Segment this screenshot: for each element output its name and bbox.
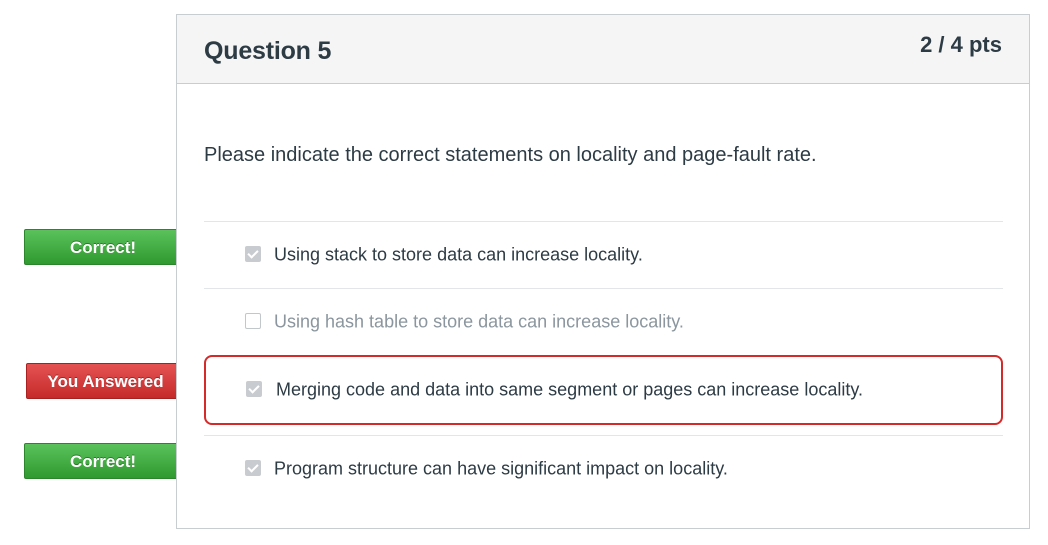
question-card: Question 5 2 / 4 pts Please indicate the… bbox=[176, 14, 1030, 529]
answer-divider bbox=[204, 288, 1003, 289]
correct-flag-answer-1: Correct! bbox=[24, 229, 196, 265]
checkbox-checked-icon bbox=[245, 460, 261, 476]
question-header: Question 5 2 / 4 pts bbox=[177, 15, 1029, 84]
answer-text: Using stack to store data can increase l… bbox=[274, 244, 643, 265]
answer-text: Using hash table to store data can incre… bbox=[274, 311, 684, 332]
correct-flag-label: Correct! bbox=[24, 229, 182, 265]
answer-text: Program structure can have significant i… bbox=[274, 458, 728, 479]
answer-divider bbox=[204, 221, 1003, 222]
you-answered-flag-answer-3: You Answered bbox=[26, 363, 199, 399]
question-text: Please indicate the correct statements o… bbox=[204, 144, 817, 166]
correct-flag-answer-4: Correct! bbox=[24, 443, 196, 479]
answer-text: Merging code and data into same segment … bbox=[276, 379, 864, 400]
checkbox-checked-icon bbox=[246, 381, 262, 397]
checkbox-unchecked-icon bbox=[245, 313, 261, 329]
answer-divider bbox=[204, 435, 1003, 436]
correct-flag-label: Correct! bbox=[24, 443, 182, 479]
answer-option-4: Program structure can have significant i… bbox=[204, 440, 1003, 498]
answer-option-1: Using stack to store data can increase l… bbox=[204, 226, 1003, 284]
answer-option-2: Using hash table to store data can incre… bbox=[204, 293, 1003, 351]
checkbox-checked-icon bbox=[245, 246, 261, 262]
question-title: Question 5 bbox=[204, 37, 332, 65]
you-answered-flag-label: You Answered bbox=[26, 363, 185, 399]
answer-option-3: Merging code and data into same segment … bbox=[204, 355, 1003, 425]
question-points: 2 / 4 pts bbox=[920, 32, 1002, 57]
